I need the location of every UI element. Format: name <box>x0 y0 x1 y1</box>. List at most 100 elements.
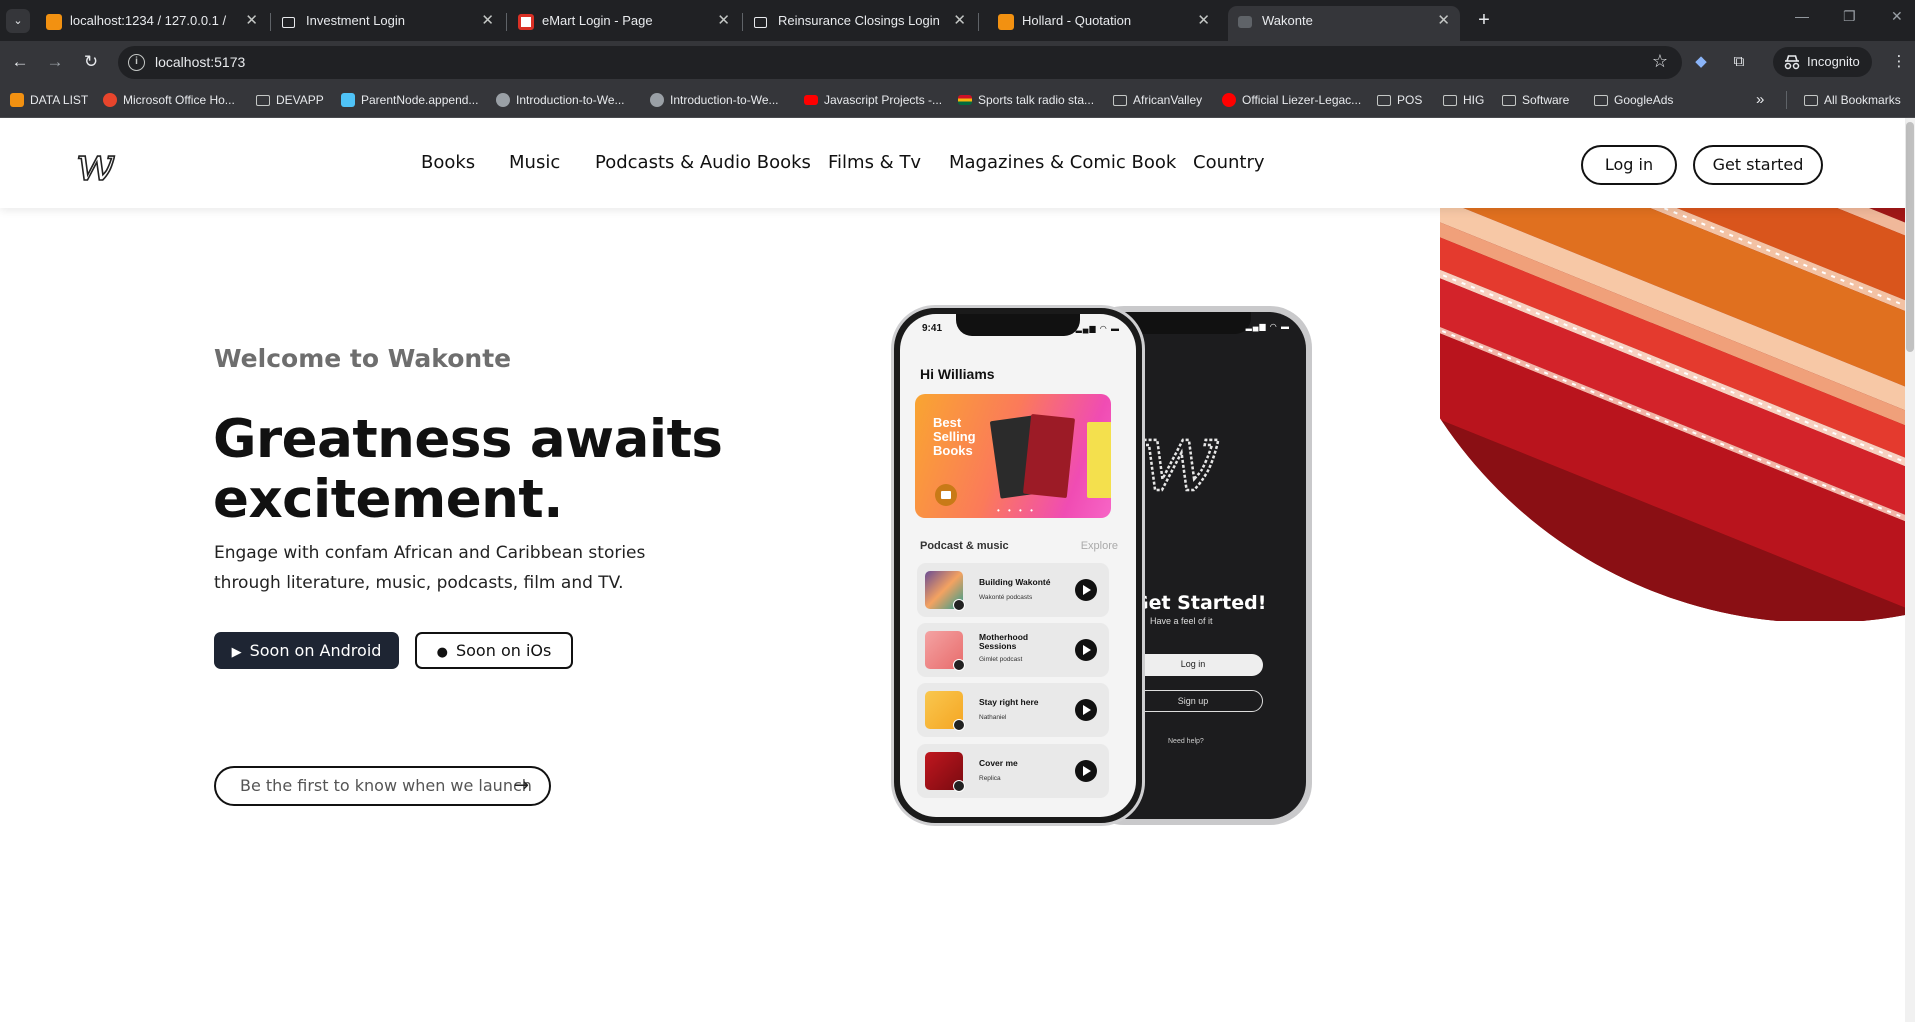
extension-icon[interactable]: ◆ <box>1690 51 1712 73</box>
nav-books[interactable]: Books <box>421 152 475 173</box>
page-scrollbar-thumb[interactable] <box>1906 122 1914 352</box>
track-title: Cover me <box>979 758 1018 768</box>
bookmark-label: Software <box>1522 93 1570 107</box>
logo-glyph-large: w <box>1138 412 1220 512</box>
bookmark-label: DEVAPP <box>276 93 324 107</box>
track-title: Motherhood Sessions <box>979 632 1029 651</box>
track-item: Cover me Replica <box>917 744 1109 798</box>
android-button[interactable]: ▶ Soon on Android <box>214 632 399 669</box>
book-icon <box>935 484 957 506</box>
book-cover <box>1022 413 1076 499</box>
track-title: Stay right here <box>979 697 1039 707</box>
tab-close-icon[interactable]: ✕ <box>717 6 730 35</box>
new-tab-icon[interactable]: + <box>1470 6 1498 34</box>
browser-tab[interactable]: Hollard - Quotation ✕ <box>988 6 1220 41</box>
close-window-icon[interactable]: ✕ <box>1891 8 1903 25</box>
track-item: Motherhood Sessions Gimlet podcast <box>917 623 1109 677</box>
url-text[interactable]: localhost:5173 <box>155 54 245 70</box>
track-subtitle: Replica <box>979 775 1001 782</box>
browser-tab[interactable]: localhost:1234 / 127.0.0.1 / em ✕ <box>36 6 268 41</box>
bookmarks-bar: DATA LIST Microsoft Office Ho... DEVAPP … <box>0 83 1915 118</box>
browser-tab[interactable]: Investment Login ✕ <box>272 6 504 41</box>
extensions-puzzle-icon[interactable]: ⧉ <box>1728 51 1750 73</box>
tab-search-button[interactable]: ⌄ <box>6 9 30 33</box>
reload-icon[interactable]: ↻ <box>80 51 102 73</box>
wakonte-logo[interactable]: w <box>74 140 140 188</box>
forward-icon[interactable]: → <box>44 51 66 73</box>
carousel-dots: • • • • <box>997 506 1036 515</box>
bookmark-label: HIG <box>1463 93 1485 107</box>
ios-button[interactable]: ● Soon on iOs <box>415 632 573 669</box>
restore-icon[interactable]: ❐ <box>1843 8 1856 25</box>
wakonte-logo-large: w <box>1138 412 1221 512</box>
bookmark-label: Microsoft Office Ho... <box>123 93 235 107</box>
track-subtitle: Wakonté podcasts <box>979 594 1033 601</box>
get-started-button[interactable]: Get started <box>1693 145 1823 185</box>
bookmark-label: POS <box>1397 93 1423 107</box>
hero-headline: Greatness awaits excitement. <box>213 409 723 530</box>
track-item: Stay right here Nathaniel <box>917 683 1109 737</box>
bookmark-label: ParentNode.append... <box>361 93 479 107</box>
nav-music[interactable]: Music <box>509 152 560 173</box>
folder-icon <box>1502 95 1516 106</box>
play-icon <box>1075 760 1097 782</box>
explore-link: Explore <box>1080 540 1118 552</box>
tab-close-icon[interactable]: ✕ <box>953 6 966 35</box>
home-icon <box>754 17 767 28</box>
bookmark-label: GoogleAds <box>1614 93 1674 107</box>
tab-title: localhost:1234 / 127.0.0.1 / em <box>70 13 230 28</box>
folder-icon <box>1377 95 1391 106</box>
browser-tab[interactable]: eMart Login - Page ✕ <box>508 6 740 41</box>
back-icon[interactable]: ← <box>9 51 31 73</box>
folder-icon <box>1594 95 1608 106</box>
play-icon <box>1075 579 1097 601</box>
youtube-icon <box>1222 93 1236 107</box>
folder-icon <box>1443 95 1457 106</box>
youtube-icon <box>804 95 818 105</box>
track-item: Building Wakonté Wakonté podcasts <box>917 563 1109 617</box>
play-icon <box>1075 699 1097 721</box>
incognito-badge[interactable]: Incognito <box>1773 47 1872 77</box>
track-artwork <box>925 631 965 671</box>
tab-close-icon[interactable]: ✕ <box>1197 6 1210 35</box>
address-bar[interactable]: i localhost:5173 ☆ <box>118 46 1682 79</box>
folder-icon <box>1804 95 1818 106</box>
logo-glyph: w <box>76 140 115 188</box>
section-title: Podcast & music <box>920 540 1009 552</box>
arrow-right-icon: → <box>513 775 529 796</box>
more-menu-icon[interactable]: ⋮ <box>1888 51 1910 73</box>
nav-podcasts[interactable]: Podcasts & Audio Books <box>595 152 811 173</box>
browser-tab-active[interactable]: Wakonte ✕ <box>1228 6 1460 41</box>
github-icon <box>496 93 510 107</box>
browser-tab-strip: ⌄ localhost:1234 / 127.0.0.1 / em ✕ Inve… <box>0 0 1915 41</box>
incognito-label: Incognito <box>1807 54 1860 69</box>
notify-label: Be the first to know when we launch <box>240 776 532 795</box>
track-artwork <box>925 571 965 611</box>
nav-films-tv[interactable]: Films & Tv <box>828 152 921 173</box>
bookmark-star-icon[interactable]: ☆ <box>1652 51 1668 72</box>
track-title: Building Wakonté <box>979 577 1051 587</box>
home-icon <box>282 17 295 28</box>
best-selling-banner: Best Selling Books • • • • <box>915 394 1111 518</box>
track-artwork <box>925 752 965 792</box>
minimize-icon[interactable]: — <box>1795 8 1809 24</box>
tab-close-icon[interactable]: ✕ <box>245 6 258 35</box>
notify-launch-button[interactable]: Be the first to know when we launch → <box>214 766 551 806</box>
nav-magazines[interactable]: Magazines & Comic Book <box>949 152 1176 173</box>
site-info-icon[interactable]: i <box>128 54 145 71</box>
tab-title: Investment Login <box>306 13 406 28</box>
nav-country[interactable]: Country <box>1193 152 1265 173</box>
tab-close-icon[interactable]: ✕ <box>481 6 494 35</box>
bookmarks-overflow-icon[interactable]: » <box>1756 91 1764 109</box>
android-label: Soon on Android <box>249 641 382 660</box>
folder-icon <box>256 95 270 106</box>
get-started-subtitle: Have a feel of it <box>1150 616 1213 626</box>
wakonte-favicon <box>1238 16 1252 28</box>
browser-tab[interactable]: Reinsurance Closings Login ✕ <box>744 6 976 41</box>
welcome-text: Welcome to Wakonte <box>214 344 512 373</box>
status-icons: ▂▄▆ ◠ ▬ <box>1075 324 1120 333</box>
tab-title: Wakonte <box>1262 13 1313 28</box>
tab-close-icon[interactable]: ✕ <box>1437 6 1450 35</box>
track-subtitle: Gimlet podcast <box>979 656 1023 663</box>
login-button[interactable]: Log in <box>1581 145 1677 185</box>
